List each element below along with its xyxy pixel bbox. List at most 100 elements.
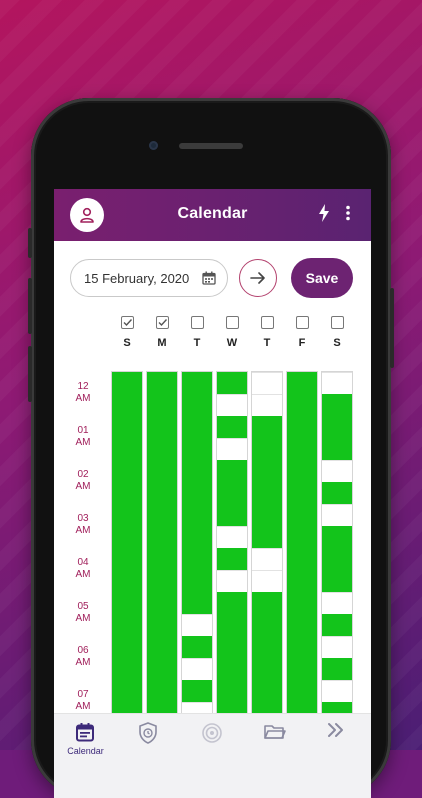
slot-available[interactable]: [287, 548, 317, 570]
slot-available[interactable]: [147, 680, 177, 702]
next-date-button[interactable]: [239, 259, 277, 297]
day-checkbox[interactable]: [260, 316, 274, 329]
slot-unavailable[interactable]: [322, 636, 352, 658]
slot-available[interactable]: [147, 548, 177, 570]
more-vertical-icon[interactable]: [345, 205, 351, 221]
slot-available[interactable]: [287, 482, 317, 504]
nav-calendar[interactable]: Calendar: [54, 714, 117, 764]
slot-available[interactable]: [287, 570, 317, 592]
slot-unavailable[interactable]: [252, 394, 282, 416]
slot-available[interactable]: [182, 636, 212, 658]
slot-unavailable[interactable]: [322, 372, 352, 394]
slot-available[interactable]: [182, 460, 212, 482]
slot-available[interactable]: [147, 416, 177, 438]
slot-unavailable[interactable]: [182, 614, 212, 636]
day-checkbox[interactable]: [330, 316, 344, 329]
slot-available[interactable]: [252, 416, 282, 438]
slot-available[interactable]: [252, 636, 282, 658]
slot-available[interactable]: [182, 680, 212, 702]
slot-unavailable[interactable]: [217, 526, 247, 548]
nav-folder[interactable]: [243, 714, 306, 764]
slot-available[interactable]: [217, 416, 247, 438]
slot-available[interactable]: [147, 636, 177, 658]
slot-available[interactable]: [217, 636, 247, 658]
slot-available[interactable]: [147, 658, 177, 680]
slot-available[interactable]: [287, 416, 317, 438]
slot-available[interactable]: [112, 592, 142, 614]
slot-available[interactable]: [112, 394, 142, 416]
slot-available[interactable]: [217, 658, 247, 680]
slot-available[interactable]: [112, 372, 142, 394]
slot-available[interactable]: [322, 548, 352, 570]
slot-available[interactable]: [112, 460, 142, 482]
slot-available[interactable]: [147, 460, 177, 482]
slot-available[interactable]: [322, 658, 352, 680]
slot-available[interactable]: [287, 680, 317, 702]
slot-available[interactable]: [182, 504, 212, 526]
slot-available[interactable]: [182, 438, 212, 460]
slot-unavailable[interactable]: [217, 438, 247, 460]
slot-unavailable[interactable]: [322, 592, 352, 614]
slot-available[interactable]: [217, 504, 247, 526]
slot-available[interactable]: [147, 526, 177, 548]
nav-shield[interactable]: [117, 714, 180, 764]
slot-available[interactable]: [287, 592, 317, 614]
day-checkbox[interactable]: [225, 316, 239, 329]
slot-available[interactable]: [287, 636, 317, 658]
slot-available[interactable]: [147, 394, 177, 416]
slot-available[interactable]: [287, 658, 317, 680]
slot-available[interactable]: [182, 526, 212, 548]
slot-available[interactable]: [252, 592, 282, 614]
slot-available[interactable]: [147, 504, 177, 526]
nav-radar[interactable]: [180, 714, 243, 764]
slot-available[interactable]: [217, 548, 247, 570]
slot-available[interactable]: [112, 504, 142, 526]
slot-available[interactable]: [147, 614, 177, 636]
slot-available[interactable]: [252, 504, 282, 526]
slot-available[interactable]: [112, 614, 142, 636]
slot-available[interactable]: [287, 460, 317, 482]
slot-available[interactable]: [182, 482, 212, 504]
slot-unavailable[interactable]: [252, 570, 282, 592]
slot-available[interactable]: [322, 526, 352, 548]
slot-unavailable[interactable]: [182, 658, 212, 680]
slot-available[interactable]: [112, 526, 142, 548]
slot-available[interactable]: [182, 372, 212, 394]
slot-unavailable[interactable]: [322, 460, 352, 482]
slot-available[interactable]: [217, 592, 247, 614]
slot-available[interactable]: [147, 592, 177, 614]
slot-available[interactable]: [252, 526, 282, 548]
slot-available[interactable]: [287, 438, 317, 460]
day-checkbox[interactable]: [190, 316, 204, 329]
day-checkbox[interactable]: [120, 316, 134, 329]
slot-available[interactable]: [322, 570, 352, 592]
slot-available[interactable]: [252, 658, 282, 680]
day-checkbox[interactable]: [155, 316, 169, 329]
slot-available[interactable]: [112, 636, 142, 658]
slot-available[interactable]: [287, 504, 317, 526]
day-checkbox[interactable]: [295, 316, 309, 329]
slot-available[interactable]: [182, 394, 212, 416]
slot-available[interactable]: [112, 416, 142, 438]
slot-available[interactable]: [252, 460, 282, 482]
slot-available[interactable]: [182, 548, 212, 570]
slot-available[interactable]: [322, 394, 352, 416]
slot-available[interactable]: [287, 394, 317, 416]
slot-available[interactable]: [252, 438, 282, 460]
slot-available[interactable]: [322, 614, 352, 636]
slot-available[interactable]: [217, 460, 247, 482]
nav-more[interactable]: [306, 714, 369, 764]
slot-available[interactable]: [147, 570, 177, 592]
slot-available[interactable]: [112, 570, 142, 592]
slot-available[interactable]: [252, 680, 282, 702]
slot-available[interactable]: [217, 680, 247, 702]
slot-unavailable[interactable]: [252, 548, 282, 570]
date-picker-field[interactable]: 15 February, 2020: [70, 259, 228, 297]
slot-available[interactable]: [112, 548, 142, 570]
slot-available[interactable]: [112, 658, 142, 680]
slot-available[interactable]: [147, 438, 177, 460]
slot-available[interactable]: [217, 482, 247, 504]
slot-available[interactable]: [322, 416, 352, 438]
bolt-icon[interactable]: [318, 204, 330, 222]
slot-available[interactable]: [147, 482, 177, 504]
